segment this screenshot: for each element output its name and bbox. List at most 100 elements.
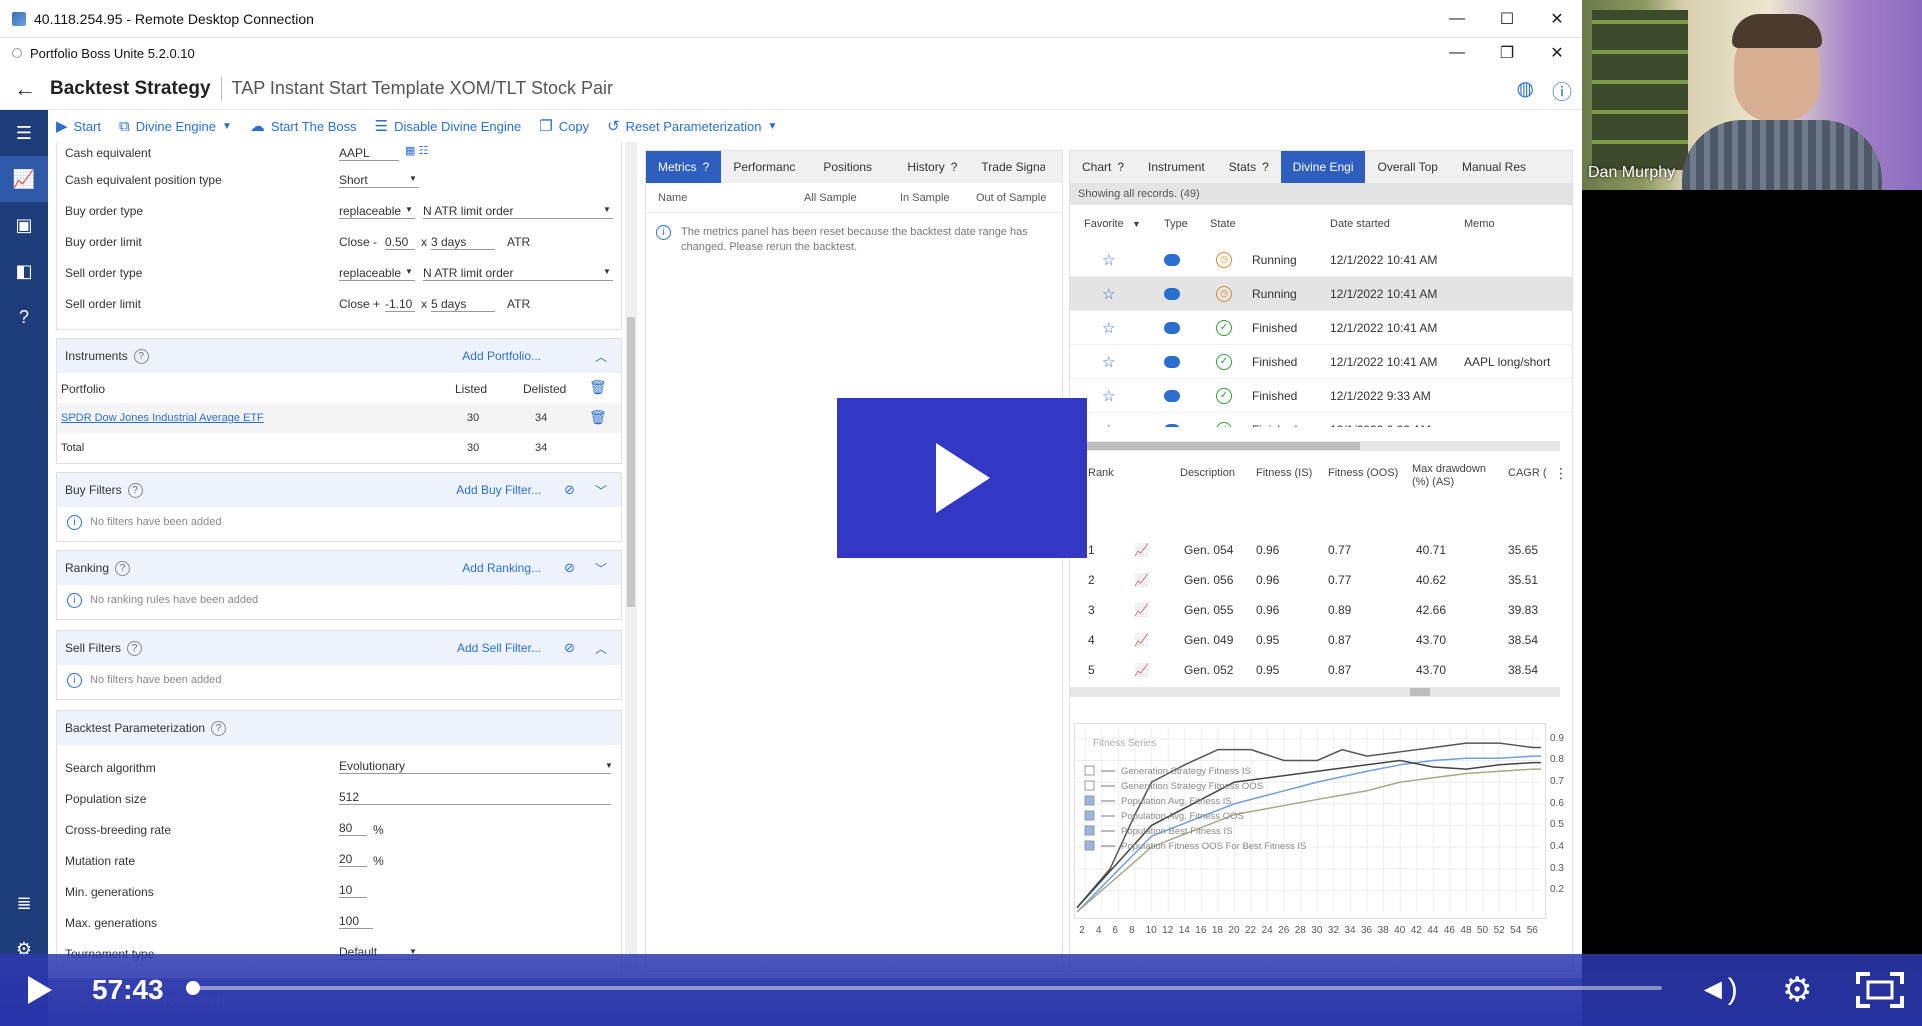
scrollbar-thumb[interactable]	[1410, 688, 1430, 696]
tab-trade-signals[interactable]: Trade Signa	[969, 151, 1045, 183]
start-button[interactable]: ▶ Start	[56, 117, 101, 135]
more-vertical-icon[interactable]: ⋮	[1554, 463, 1568, 483]
star-icon[interactable]: ☆	[1102, 379, 1115, 412]
globe-icon[interactable]: ◍	[1517, 76, 1534, 105]
help-icon[interactable]: ?	[703, 160, 710, 174]
portfolio-link[interactable]: SPDR Dow Jones Industrial Average ETF	[61, 412, 264, 424]
star-icon[interactable]: ☆	[1102, 277, 1115, 310]
trash-icon[interactable]: 🗑	[589, 379, 607, 396]
buy-order-method-select[interactable]: N ATR limit order	[423, 204, 613, 219]
folder-nav-icon[interactable]: ▣	[0, 202, 48, 248]
tab-manual-results[interactable]: Manual Res	[1450, 151, 1538, 183]
legend-checkbox[interactable]	[1084, 825, 1095, 836]
progress-knob[interactable]	[186, 981, 200, 995]
col-favorite[interactable]: Favorite	[1084, 205, 1124, 243]
add-sell-filter-button[interactable]: Add Sell Filter...	[457, 641, 541, 655]
tab-positions[interactable]: Positions	[811, 151, 895, 183]
volume-button[interactable]: ◄)	[1698, 954, 1738, 1026]
video-progress-bar[interactable]	[186, 981, 1662, 995]
sell-order-method-select[interactable]: N ATR limit order	[423, 266, 613, 281]
add-ranking-button[interactable]: Add Ranking...	[462, 561, 541, 575]
help-icon[interactable]: ?	[1117, 160, 1124, 174]
ranking-hscroll[interactable]	[1070, 687, 1560, 697]
divine-engine-button[interactable]: ⧉ Divine Engine ▼	[119, 118, 232, 135]
star-icon[interactable]: ☆	[1102, 243, 1115, 276]
table-row[interactable]: ☆ ◷ Running 12/1/2022 10:41 AM	[1070, 243, 1572, 277]
copy-button[interactable]: ❐ Copy	[539, 117, 589, 135]
legend-checkbox[interactable]	[1084, 780, 1095, 791]
sell-limit-mult-input[interactable]: -1.10	[385, 297, 415, 312]
table-row[interactable]: ☆ ✓ Finished 12/1/2022 10:41 AM	[1070, 311, 1572, 345]
reset-parameterization-button[interactable]: ↺ Reset Parameterization ▼	[607, 117, 777, 135]
filter-off-icon[interactable]: ⊘	[564, 482, 575, 498]
legend-checkbox[interactable]	[1084, 810, 1095, 821]
tab-history[interactable]: History?	[895, 151, 969, 183]
app-restore-button[interactable]: ❐	[1482, 38, 1532, 68]
sell-order-type-select[interactable]: replaceable	[339, 266, 415, 281]
help-nav-icon[interactable]: ?	[0, 294, 48, 340]
table-row[interactable]: 2 📈 Gen. 056 0.96 0.77 40.62 35.51	[1070, 565, 1572, 595]
star-icon[interactable]: ☆	[1102, 345, 1115, 378]
scrollbar-thumb[interactable]	[1070, 442, 1360, 450]
table-row[interactable]: ☆ ✓ Finished 12/1/2022 10:41 AM AAPL long/sh…	[1070, 345, 1572, 379]
scrollbar-thumb[interactable]	[627, 317, 635, 607]
table-row[interactable]: 1 📈 Gen. 054 0.96 0.77 40.71 35.65	[1070, 535, 1572, 565]
legend-checkbox[interactable]	[1084, 795, 1095, 806]
chevron-down-icon[interactable]: ﹀	[595, 482, 607, 499]
max-generations-input[interactable]: 100	[339, 914, 373, 929]
fullscreen-button[interactable]	[1856, 954, 1904, 1026]
sort-down-icon[interactable]: ▼	[1132, 205, 1141, 243]
table-row[interactable]: 5 📈 Gen. 052 0.95 0.87 43.70 38.54	[1070, 655, 1572, 685]
disable-divine-engine-button[interactable]: ☰ Disable Divine Engine	[375, 117, 522, 135]
table-row[interactable]: ☆ ◷ Running 12/1/2022 10:41 AM	[1070, 277, 1572, 311]
big-play-button[interactable]	[837, 398, 1087, 558]
mutation-rate-input[interactable]: 20	[339, 852, 367, 867]
tab-divine-engine[interactable]: Divine Engi	[1280, 151, 1366, 183]
filter-off-icon[interactable]: ⊘	[564, 560, 575, 576]
buy-limit-mult-input[interactable]: 0.50	[385, 235, 415, 250]
buy-order-type-select[interactable]: replaceable	[339, 204, 415, 219]
table-row[interactable]: 3 📈 Gen. 055 0.96 0.89 42.66 39.83	[1070, 595, 1572, 625]
tab-chart[interactable]: Chart?	[1070, 151, 1136, 183]
menu-icon[interactable]: ☰	[0, 110, 48, 156]
tab-performance[interactable]: Performanc	[721, 151, 811, 183]
tab-instrument[interactable]: Instrument	[1136, 151, 1217, 183]
chart-nav-icon[interactable]: 📈	[0, 156, 48, 202]
sell-limit-days-input[interactable]: 5 days	[431, 297, 495, 312]
buy-limit-days-input[interactable]: 3 days	[431, 235, 495, 250]
info-icon[interactable]: ⓘ	[1552, 76, 1572, 105]
add-buy-filter-button[interactable]: Add Buy Filter...	[456, 483, 541, 497]
min-generations-input[interactable]: 10	[339, 883, 367, 898]
app-close-button[interactable]: ✕	[1532, 38, 1582, 68]
tab-metrics[interactable]: Metrics?	[646, 151, 722, 183]
start-the-boss-button[interactable]: ☁ Start The Boss	[250, 117, 357, 135]
line-chart-icon[interactable]: 📈	[1134, 655, 1149, 685]
rdp-minimize-button[interactable]: —	[1432, 0, 1482, 38]
table-row[interactable]: ☆ ✓ Finished 12/1/2022 9:33 AM	[1070, 413, 1572, 427]
trash-icon[interactable]: 🗑	[589, 409, 607, 426]
help-icon[interactable]: ?	[115, 560, 131, 576]
add-portfolio-button[interactable]: Add Portfolio...	[462, 349, 541, 363]
table-row[interactable]: ☆ ✓ Finished 12/1/2022 9:33 AM	[1070, 379, 1572, 413]
runs-hscroll[interactable]	[1070, 441, 1560, 451]
help-icon[interactable]: ?	[127, 640, 143, 656]
settings-button[interactable]: ⚙	[1782, 954, 1812, 1026]
settings-scrollbar[interactable]	[625, 142, 637, 972]
cash-position-type-select[interactable]: Short	[339, 173, 419, 188]
line-chart-icon[interactable]: 📈	[1134, 535, 1149, 565]
rdp-close-button[interactable]: ✕	[1532, 0, 1582, 38]
chart-small-icon[interactable]: ▦ ☷	[405, 144, 428, 157]
tab-stats[interactable]: Stats?	[1217, 151, 1281, 183]
chevron-up-icon[interactable]: ︿	[595, 348, 607, 365]
cross-breeding-input[interactable]: 80	[339, 821, 367, 836]
search-algorithm-select[interactable]: Evolutionary	[339, 759, 611, 774]
tab-overall-top[interactable]: Overall Top	[1365, 151, 1449, 183]
cash-equivalent-input[interactable]: AAPL	[339, 146, 399, 161]
notes-nav-icon[interactable]: ≣	[0, 880, 48, 926]
table-row[interactable]: 4 📈 Gen. 049 0.95 0.87 43.70 38.54	[1070, 625, 1572, 655]
help-icon[interactable]: ?	[211, 720, 227, 736]
filter-off-icon[interactable]: ⊘	[564, 640, 575, 656]
star-icon[interactable]: ☆	[1102, 311, 1115, 344]
help-icon[interactable]: ?	[127, 482, 143, 498]
line-chart-icon[interactable]: 📈	[1134, 595, 1149, 625]
